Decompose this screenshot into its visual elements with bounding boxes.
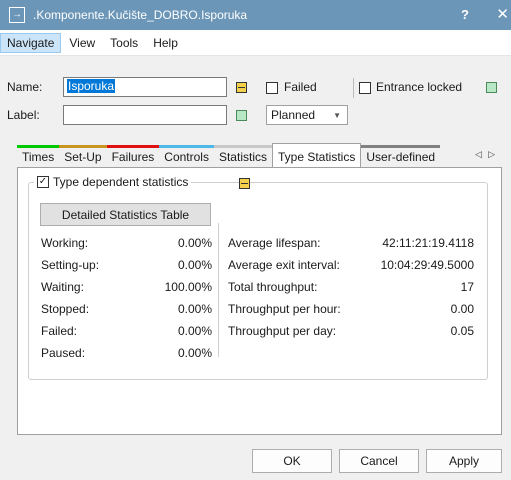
stat-label: Paused: bbox=[41, 346, 86, 360]
stat-value: 0.00% bbox=[177, 236, 212, 250]
menu-view[interactable]: View bbox=[62, 33, 102, 53]
tab-color-strip bbox=[59, 145, 107, 148]
stat-value: 42:11:21:19.4118 bbox=[382, 236, 474, 250]
stat-label: Failed: bbox=[41, 324, 78, 338]
stat-row-working: Working: 0.00% bbox=[41, 236, 212, 252]
stat-value: 0.00% bbox=[177, 258, 212, 272]
type-dependent-label: Type dependent statistics bbox=[53, 175, 189, 189]
stat-row-failed: Failed: 0.00% bbox=[41, 324, 212, 340]
window-title: .Komponente.Kučište_DOBRO.Isporuka bbox=[33, 8, 248, 22]
stat-row-total-throughput: Total throughput: 17 bbox=[228, 280, 474, 296]
stat-row-waiting: Waiting: 100.00% bbox=[41, 280, 212, 296]
entrance-locked-label: Entrance locked bbox=[376, 80, 463, 94]
tab-bar: Times Set-Up Failures Controls Statistic… bbox=[17, 143, 441, 167]
tab-label: Type Statistics bbox=[277, 150, 356, 164]
stat-value: 0.00% bbox=[177, 324, 212, 338]
stat-label: Setting-up: bbox=[41, 258, 100, 272]
tab-label: User-defined bbox=[366, 150, 436, 164]
tab-color-strip bbox=[159, 145, 214, 148]
tab-scroll-arrows[interactable]: ◁▷ bbox=[475, 149, 501, 160]
stat-label: Average lifespan: bbox=[228, 236, 321, 250]
stat-row-throughput-per-hour: Throughput per hour: 0.00 bbox=[228, 302, 474, 318]
entrance-inherit-icon[interactable] bbox=[486, 82, 497, 93]
group-header: ✓ Type dependent statistics bbox=[34, 175, 192, 189]
failed-checkbox[interactable] bbox=[266, 82, 278, 94]
stat-label: Total throughput: bbox=[228, 280, 318, 294]
cancel-button[interactable]: Cancel bbox=[339, 449, 419, 473]
tab-color-strip bbox=[106, 145, 160, 148]
stat-label: Throughput per hour: bbox=[228, 302, 341, 316]
stat-row-average-lifespan: Average lifespan: 42:11:21:19.4118 bbox=[228, 236, 474, 252]
tab-label: Failures bbox=[111, 150, 155, 164]
name-inherit-icon[interactable] bbox=[236, 82, 247, 93]
separator bbox=[353, 78, 354, 98]
stat-row-setting-up: Setting-up: 0.00% bbox=[41, 258, 212, 274]
stat-row-throughput-per-day: Throughput per day: 0.05 bbox=[228, 324, 474, 340]
detailed-statistics-button[interactable]: Detailed Statistics Table bbox=[40, 203, 211, 226]
failed-label: Failed bbox=[284, 80, 317, 94]
stat-label: Throughput per day: bbox=[228, 324, 337, 338]
help-button[interactable]: ? bbox=[461, 7, 469, 22]
tab-color-strip bbox=[361, 145, 441, 148]
label-label: Label: bbox=[7, 108, 40, 122]
stat-value: 0.00% bbox=[177, 302, 212, 316]
tab-color-strip bbox=[17, 145, 60, 148]
menu-navigate[interactable]: Navigate bbox=[0, 32, 62, 53]
stat-value: 0.00% bbox=[177, 346, 212, 360]
status-select[interactable]: Planned ▼ bbox=[266, 105, 348, 125]
tab-color-strip bbox=[213, 145, 272, 148]
title-bar: → .Komponente.Kučište_DOBRO.Isporuka ? ✕ bbox=[0, 0, 511, 30]
type-statistics-panel: ✓ Type dependent statistics Detailed Sta… bbox=[17, 167, 502, 435]
tab-failures[interactable]: Failures bbox=[106, 145, 160, 167]
stat-row-average-exit-interval: Average exit interval: 10:04:29:49.5000 bbox=[228, 258, 474, 274]
tab-label: Times bbox=[22, 150, 55, 164]
tab-label: Statistics bbox=[218, 150, 267, 164]
tab-setup[interactable]: Set-Up bbox=[59, 145, 107, 167]
column-divider bbox=[218, 223, 219, 357]
menu-help[interactable]: Help bbox=[146, 33, 185, 53]
stat-label: Working: bbox=[41, 236, 89, 250]
ok-button[interactable]: OK bbox=[252, 449, 332, 473]
apply-button[interactable]: Apply bbox=[426, 449, 502, 473]
stat-label: Stopped: bbox=[41, 302, 90, 316]
status-select-value: Planned bbox=[271, 108, 316, 122]
menu-bar: Navigate View Tools Help bbox=[0, 30, 511, 56]
tab-label: Controls bbox=[164, 150, 209, 164]
tab-controls[interactable]: Controls bbox=[159, 145, 214, 167]
label-input[interactable] bbox=[63, 105, 227, 125]
close-button[interactable]: ✕ bbox=[496, 5, 509, 23]
tab-statistics[interactable]: Statistics bbox=[213, 145, 272, 167]
label-inherit-icon[interactable] bbox=[236, 110, 247, 121]
name-value: Isporuka bbox=[67, 79, 116, 93]
stat-value: 100.00% bbox=[164, 280, 212, 294]
menu-tools[interactable]: Tools bbox=[103, 33, 145, 53]
chevron-down-icon: ▼ bbox=[333, 110, 341, 120]
tab-times[interactable]: Times bbox=[17, 145, 60, 167]
entrance-locked-checkbox[interactable] bbox=[359, 82, 371, 94]
stat-label: Waiting: bbox=[41, 280, 84, 294]
app-icon: → bbox=[9, 7, 25, 23]
stat-row-paused: Paused: 0.00% bbox=[41, 346, 212, 362]
stat-value: 0.05 bbox=[450, 324, 474, 338]
stat-row-stopped: Stopped: 0.00% bbox=[41, 302, 212, 318]
stats-inherit-icon[interactable] bbox=[239, 178, 250, 189]
name-input[interactable]: Isporuka bbox=[63, 77, 227, 97]
stat-value: 0.00 bbox=[450, 302, 474, 316]
type-dependent-checkbox[interactable]: ✓ bbox=[37, 176, 49, 188]
tab-type-statistics[interactable]: Type Statistics bbox=[271, 143, 362, 167]
stat-value: 17 bbox=[460, 280, 474, 294]
name-label: Name: bbox=[7, 80, 43, 94]
type-statistics-group: ✓ Type dependent statistics Detailed Sta… bbox=[28, 175, 488, 380]
stat-value: 10:04:29:49.5000 bbox=[380, 258, 474, 272]
tab-label: Set-Up bbox=[64, 150, 102, 164]
tab-user-defined[interactable]: User-defined bbox=[361, 145, 441, 167]
stat-label: Average exit interval: bbox=[228, 258, 340, 272]
